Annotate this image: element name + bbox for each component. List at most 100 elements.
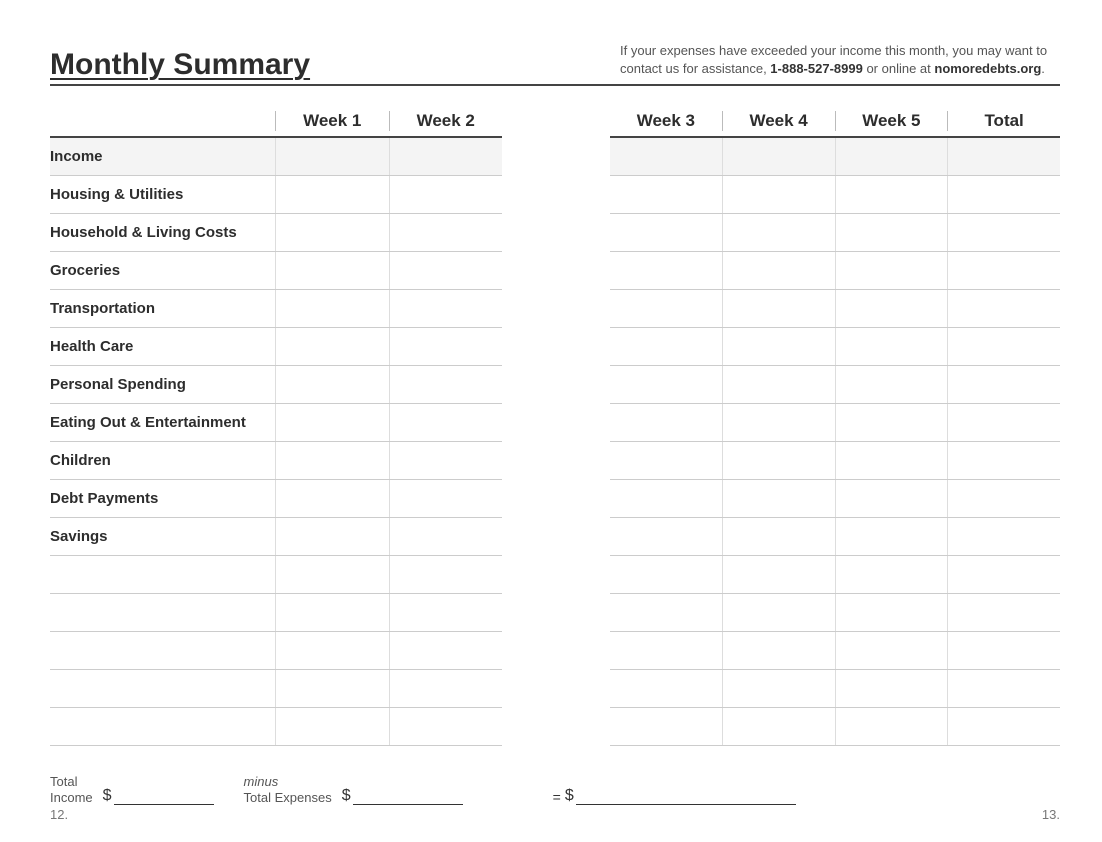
- cell[interactable]: [948, 556, 1060, 593]
- cell[interactable]: [836, 176, 949, 213]
- cell[interactable]: [275, 518, 389, 555]
- cell[interactable]: [275, 442, 389, 479]
- cell[interactable]: [610, 328, 723, 365]
- cell[interactable]: [723, 366, 836, 403]
- cell[interactable]: [836, 366, 949, 403]
- cell[interactable]: [610, 670, 723, 707]
- cell[interactable]: [723, 518, 836, 555]
- cell[interactable]: [389, 594, 503, 631]
- cell[interactable]: [610, 594, 723, 631]
- cell[interactable]: [948, 708, 1060, 745]
- cell[interactable]: [389, 214, 503, 251]
- cell[interactable]: [948, 290, 1060, 327]
- cell[interactable]: [610, 480, 723, 517]
- cell[interactable]: [610, 290, 723, 327]
- cell[interactable]: [836, 442, 949, 479]
- cell[interactable]: [836, 632, 949, 669]
- cell[interactable]: [948, 480, 1060, 517]
- cell[interactable]: [275, 556, 389, 593]
- cell[interactable]: [723, 290, 836, 327]
- cell[interactable]: [723, 176, 836, 213]
- cell[interactable]: [275, 214, 389, 251]
- page-number-right: 13.: [1042, 807, 1060, 822]
- cell[interactable]: [723, 594, 836, 631]
- cell[interactable]: [275, 708, 389, 745]
- cell[interactable]: [723, 214, 836, 251]
- cell[interactable]: [948, 176, 1060, 213]
- cell[interactable]: [948, 594, 1060, 631]
- total-expenses-input[interactable]: [353, 788, 463, 805]
- cell[interactable]: [948, 366, 1060, 403]
- cell[interactable]: [610, 708, 723, 745]
- cell[interactable]: [836, 518, 949, 555]
- cell[interactable]: [836, 670, 949, 707]
- cell[interactable]: [948, 328, 1060, 365]
- cell[interactable]: [389, 518, 503, 555]
- cell[interactable]: [723, 708, 836, 745]
- cell[interactable]: [948, 252, 1060, 289]
- cell[interactable]: [275, 670, 389, 707]
- cell[interactable]: [723, 556, 836, 593]
- cell[interactable]: [836, 480, 949, 517]
- cell[interactable]: [948, 138, 1060, 175]
- cell[interactable]: [723, 252, 836, 289]
- cell[interactable]: [836, 252, 949, 289]
- cell[interactable]: [389, 290, 503, 327]
- cell[interactable]: [836, 708, 949, 745]
- cell[interactable]: [275, 404, 389, 441]
- cell[interactable]: [836, 556, 949, 593]
- cell[interactable]: [389, 708, 503, 745]
- cell[interactable]: [389, 670, 503, 707]
- cell[interactable]: [610, 176, 723, 213]
- cell[interactable]: [275, 290, 389, 327]
- cell[interactable]: [610, 138, 723, 175]
- cell[interactable]: [836, 290, 949, 327]
- cell[interactable]: [275, 252, 389, 289]
- cell[interactable]: [275, 632, 389, 669]
- cell[interactable]: [723, 404, 836, 441]
- cell[interactable]: [389, 404, 503, 441]
- cell[interactable]: [389, 138, 503, 175]
- cell[interactable]: [723, 670, 836, 707]
- cell[interactable]: [723, 480, 836, 517]
- cell[interactable]: [836, 138, 949, 175]
- cell[interactable]: [389, 632, 503, 669]
- cell[interactable]: [610, 556, 723, 593]
- cell[interactable]: [723, 138, 836, 175]
- cell[interactable]: [610, 442, 723, 479]
- cell[interactable]: [389, 176, 503, 213]
- cell[interactable]: [948, 214, 1060, 251]
- cell[interactable]: [275, 328, 389, 365]
- cell[interactable]: [275, 138, 389, 175]
- cell[interactable]: [836, 594, 949, 631]
- net-result-input[interactable]: [576, 788, 796, 805]
- cell[interactable]: [723, 442, 836, 479]
- cell[interactable]: [836, 214, 949, 251]
- cell[interactable]: [389, 252, 503, 289]
- cell[interactable]: [948, 404, 1060, 441]
- cell[interactable]: [948, 670, 1060, 707]
- cell[interactable]: [948, 632, 1060, 669]
- cell[interactable]: [275, 366, 389, 403]
- cell[interactable]: [610, 518, 723, 555]
- cell[interactable]: [610, 366, 723, 403]
- cell[interactable]: [275, 176, 389, 213]
- cell[interactable]: [723, 328, 836, 365]
- cell[interactable]: [948, 518, 1060, 555]
- cell[interactable]: [389, 366, 503, 403]
- cell[interactable]: [836, 328, 949, 365]
- cell[interactable]: [610, 252, 723, 289]
- cell[interactable]: [723, 632, 836, 669]
- cell[interactable]: [389, 328, 503, 365]
- total-income-input[interactable]: [114, 788, 214, 805]
- cell[interactable]: [610, 632, 723, 669]
- cell[interactable]: [389, 480, 503, 517]
- cell[interactable]: [948, 442, 1060, 479]
- cell[interactable]: [610, 404, 723, 441]
- cell[interactable]: [836, 404, 949, 441]
- cell[interactable]: [389, 442, 503, 479]
- cell[interactable]: [610, 214, 723, 251]
- cell[interactable]: [275, 594, 389, 631]
- cell[interactable]: [275, 480, 389, 517]
- cell[interactable]: [389, 556, 503, 593]
